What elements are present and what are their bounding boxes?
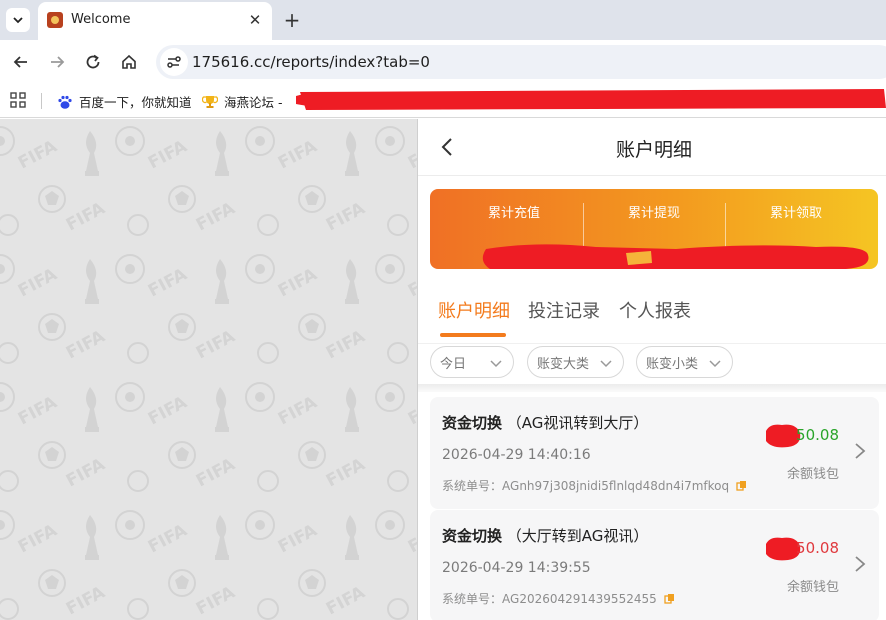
redaction-mark: [482, 244, 869, 269]
bookmark-label: 海燕论坛 -: [224, 95, 283, 110]
order-number: AGnh97j308jnidi5flnlqd48dn4i7mfkoq: [502, 478, 730, 493]
tab-bet-records[interactable]: 投注记录: [528, 297, 600, 323]
page-header: 账户明细: [418, 119, 886, 176]
chevron-down-icon: [600, 360, 612, 368]
order-number: AG202604291439552455: [502, 591, 657, 606]
home-icon: [122, 54, 136, 69]
record-order: 系统单号： AG202604291439552455: [442, 590, 675, 607]
order-label: 系统单号：: [442, 592, 503, 606]
back-button[interactable]: [9, 50, 33, 74]
filter-label: 今日: [440, 356, 467, 372]
tune-icon: [167, 56, 181, 68]
tab-search-button[interactable]: [6, 8, 30, 32]
account-detail-panel: 账户明细 累计充值 累计提现 累计领取 账户明细 投注记录 个人报表 今日 账变…: [418, 119, 886, 620]
summary-card: 累计充值 累计提现 累计领取: [430, 189, 878, 269]
record-time: 2026-04-29 14:39:55: [442, 560, 591, 576]
address-bar[interactable]: 175616.cc/reports/index?tab=0: [156, 45, 886, 79]
browser-toolbar: 175616.cc/reports/index?tab=0: [0, 40, 886, 84]
filter-label: 账变小类: [646, 356, 699, 372]
copy-icon[interactable]: [736, 480, 747, 491]
fifa-pattern-background: FIFA FIFA: [0, 119, 417, 620]
redaction-mark: [296, 89, 886, 110]
record-detail: （大厅转到AG视讯）: [506, 527, 649, 545]
subcategory-filter[interactable]: 账变小类: [636, 346, 733, 378]
tab-title: Welcome: [71, 12, 131, 27]
filter-bar: 今日 账变大类 账变小类: [418, 345, 886, 385]
order-label: 系统单号：: [442, 479, 503, 493]
browser-tab[interactable]: Welcome ✕: [38, 2, 272, 40]
record-title: 资金切换 （AG视讯转到大厅）: [442, 412, 648, 433]
forward-button[interactable]: [45, 50, 69, 74]
record-tabs: 账户明细 投注记录 个人报表: [418, 284, 886, 344]
apps-grid-icon[interactable]: [10, 92, 26, 108]
active-tab-indicator: [440, 333, 506, 337]
list-item[interactable]: 资金切换 （大厅转到AG视讯） 2026-04-29 14:39:55 系统单号…: [430, 510, 879, 620]
category-filter[interactable]: 账变大类: [527, 346, 624, 378]
record-wallet: 余额钱包: [786, 580, 839, 595]
arrow-right-icon: [51, 56, 65, 68]
page-title: 账户明细: [615, 139, 692, 161]
chevron-down-icon: [490, 360, 502, 368]
stat-total-claimed: 累计领取: [769, 206, 822, 221]
record-order: 系统单号： AGnh97j308jnidi5flnlqd48dn4i7mfkoq: [442, 477, 747, 494]
reload-button[interactable]: [81, 50, 105, 74]
record-amount: 50.08: [796, 539, 839, 557]
browser-tab-bar: Welcome ✕ +: [0, 0, 886, 40]
bookmark-separator: [41, 93, 42, 109]
copy-icon[interactable]: [664, 593, 675, 604]
site-favicon-icon: [47, 12, 63, 28]
bookmark-haiyan[interactable]: 海燕论坛 -: [202, 92, 282, 111]
bookmark-baidu[interactable]: 百度一下，你就知道: [57, 92, 192, 111]
record-type: 资金切换: [442, 527, 503, 545]
chevron-right-icon: [855, 556, 866, 572]
record-amount: 50.08: [796, 426, 839, 444]
record-wallet: 余额钱包: [786, 467, 839, 482]
date-filter[interactable]: 今日: [430, 346, 514, 378]
filter-label: 账变大类: [537, 356, 590, 372]
tab-personal-report[interactable]: 个人报表: [619, 297, 691, 323]
arrow-left-icon: [13, 56, 27, 68]
url-text: 175616.cc/reports/index?tab=0: [192, 53, 430, 71]
record-type: 资金切换: [442, 414, 503, 432]
stat-total-withdraw: 累计提现: [627, 206, 680, 221]
record-title: 资金切换 （大厅转到AG视讯）: [442, 525, 648, 546]
stat-total-deposit: 累计充值: [487, 206, 540, 221]
baidu-paw-icon: [58, 95, 72, 109]
home-button[interactable]: [117, 50, 141, 74]
trophy-icon: [202, 95, 218, 108]
page-viewport: FIFA FIFA 账户明细 累计充值 累计提现 累计领取 账: [0, 119, 886, 620]
list-item[interactable]: 资金切换 （AG视讯转到大厅） 2026-04-29 14:40:16 系统单号…: [430, 397, 879, 509]
reload-icon: [86, 54, 100, 69]
chevron-down-icon: [13, 17, 23, 24]
record-time: 2026-04-29 14:40:16: [442, 447, 591, 463]
close-tab-icon[interactable]: ✕: [244, 9, 266, 31]
bookmark-label: 百度一下，你就知道: [79, 95, 192, 110]
new-tab-button[interactable]: +: [280, 8, 304, 32]
site-info-button[interactable]: [160, 48, 188, 76]
chevron-right-icon: [855, 443, 866, 459]
tab-account-detail[interactable]: 账户明细: [438, 297, 510, 323]
chevron-down-icon: [709, 360, 721, 368]
record-detail: （AG视讯转到大厅）: [506, 414, 649, 432]
filter-shadow: [418, 384, 886, 392]
fifa-pattern: FIFA FIFA: [0, 119, 417, 620]
